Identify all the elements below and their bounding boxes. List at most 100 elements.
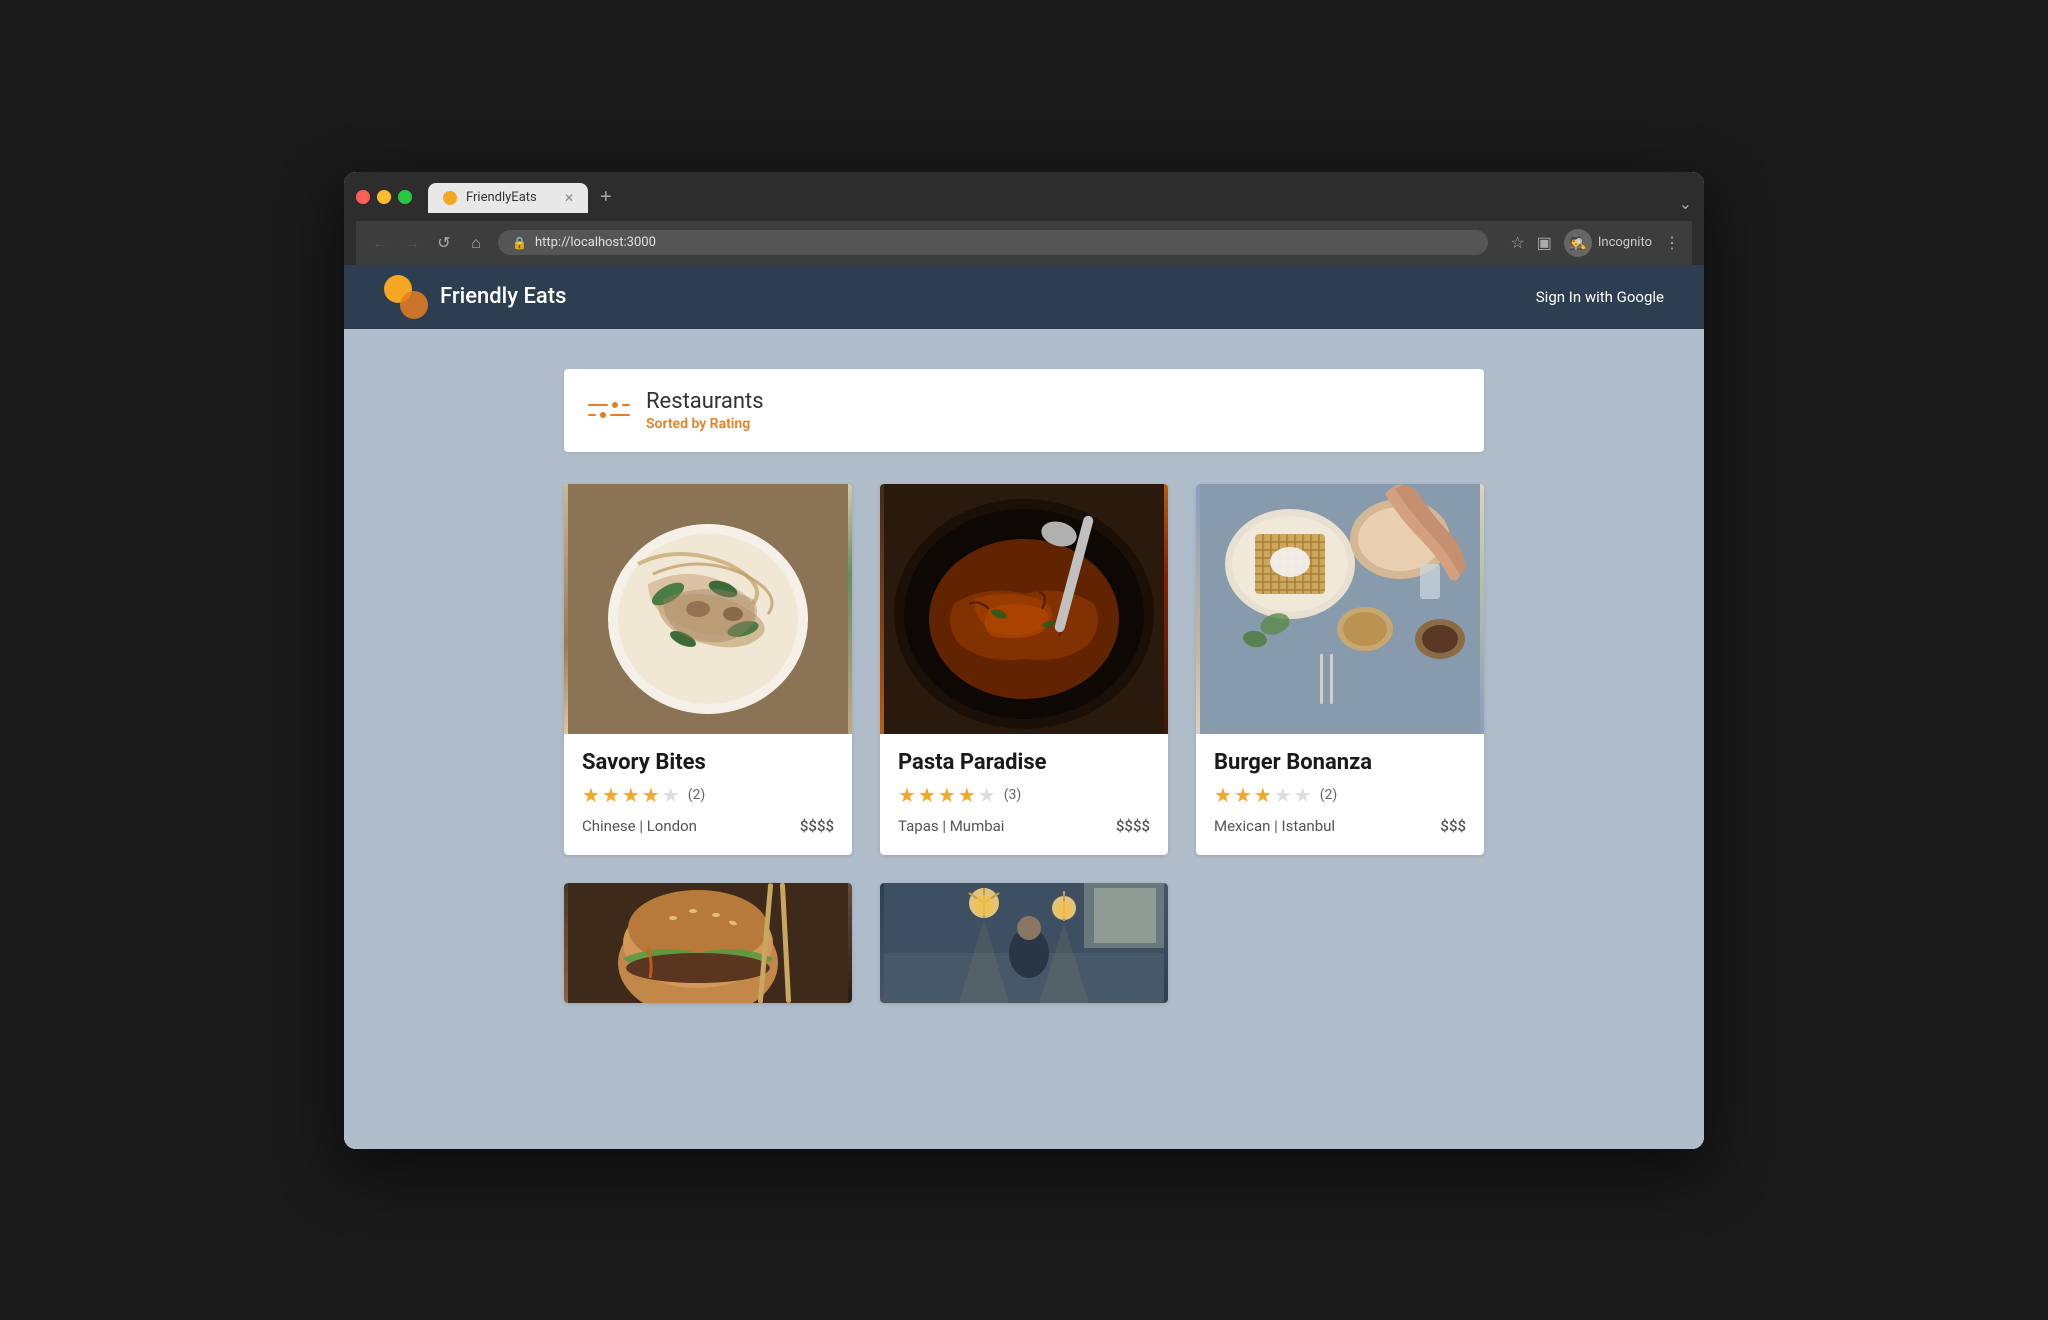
tab-favicon <box>442 190 458 206</box>
restaurant-image <box>880 484 1168 734</box>
filter-dot <box>612 402 618 408</box>
filter-line-2 <box>588 412 630 418</box>
browser-addressbar: ← → ↺ ⌂ 🔒 http://localhost:3000 ☆ ▣ 🕵 In… <box>356 221 1692 265</box>
close-button[interactable] <box>356 190 370 204</box>
tab-close-button[interactable]: ✕ <box>564 191 574 205</box>
cuisine-location: Tapas | Mumbai <box>898 817 1004 835</box>
lock-icon: 🔒 <box>512 236 527 250</box>
filter-h-line <box>588 404 608 406</box>
stars: ★ ★ ★ ★ ★ <box>582 783 680 807</box>
incognito-label: Incognito <box>1598 235 1652 250</box>
bookmark-icon[interactable]: ☆ <box>1510 233 1524 252</box>
stars: ★ ★ ★ ★ ★ <box>1214 783 1312 807</box>
filter-line-1 <box>588 402 630 408</box>
restaurant-card[interactable] <box>564 883 852 1003</box>
back-button[interactable]: ← <box>368 231 392 255</box>
star-1: ★ <box>1214 783 1232 807</box>
nav-buttons: ← → ↺ ⌂ <box>368 231 488 255</box>
tab-label: FriendlyEats <box>466 190 537 205</box>
rating-row: ★ ★ ★ ★ ★ (2) <box>1214 783 1466 807</box>
content-area: Restaurants Sorted by Rating <box>564 369 1484 1109</box>
review-count: (3) <box>1004 787 1022 803</box>
star-4: ★ <box>958 783 976 807</box>
filter-icon[interactable] <box>588 402 630 418</box>
app-logo: Friendly Eats <box>384 275 566 319</box>
star-2: ★ <box>602 783 620 807</box>
rating-row: ★ ★ ★ ★ ★ (2) <box>582 783 834 807</box>
meta-row: Mexican | Istanbul $$$ <box>1214 817 1466 835</box>
browser-window: FriendlyEats ✕ + ⌄ ← → ↺ ⌂ 🔒 http://loca… <box>344 172 1704 1149</box>
restaurants-title-block: Restaurants Sorted by Rating <box>646 389 764 432</box>
star-3: ★ <box>1254 783 1272 807</box>
restaurant-name: Savory Bites <box>582 750 834 775</box>
price: $$$$ <box>800 817 834 835</box>
filter-dot-2 <box>600 412 606 418</box>
menu-icon[interactable]: ⋮ <box>1664 233 1680 252</box>
app-header: Friendly Eats Sign In with Google <box>344 265 1704 329</box>
star-5: ★ <box>1294 783 1312 807</box>
browser-actions: ☆ ▣ 🕵 Incognito ⋮ <box>1510 229 1680 257</box>
filter-h-line-2 <box>622 404 630 406</box>
incognito-avatar: 🕵 <box>1564 229 1592 257</box>
filter-h-line-4 <box>610 414 630 416</box>
star-3: ★ <box>622 783 640 807</box>
restaurant-image <box>564 484 852 734</box>
app-title: Friendly Eats <box>440 284 566 309</box>
minimize-button[interactable] <box>377 190 391 204</box>
logo-icon <box>384 275 428 319</box>
star-2: ★ <box>1234 783 1252 807</box>
tabs-bar: FriendlyEats ✕ + ⌄ <box>428 182 1692 213</box>
restaurant-card[interactable] <box>880 883 1168 1003</box>
restaurant-image <box>564 883 852 1003</box>
tab-right-controls: ⌄ <box>1679 194 1692 213</box>
address-bar[interactable]: 🔒 http://localhost:3000 <box>498 230 1488 255</box>
browser-titlebar: FriendlyEats ✕ + ⌄ <box>356 182 1692 213</box>
meta-row: Chinese | London $$$$ <box>582 817 834 835</box>
split-screen-icon[interactable]: ▣ <box>1537 233 1552 252</box>
star-5: ★ <box>978 783 996 807</box>
meta-row: Tapas | Mumbai $$$$ <box>898 817 1150 835</box>
cuisine-location: Mexican | Istanbul <box>1214 817 1335 835</box>
restaurants-title: Restaurants <box>646 389 764 414</box>
reload-button[interactable]: ↺ <box>432 231 456 255</box>
logo-circle-2 <box>400 291 428 319</box>
restaurant-info: Savory Bites ★ ★ ★ ★ ★ (2) <box>564 734 852 855</box>
filter-h-line-3 <box>588 414 596 416</box>
incognito-badge: 🕵 Incognito <box>1564 229 1652 257</box>
restaurant-grid: Savory Bites ★ ★ ★ ★ ★ (2) <box>564 484 1484 1003</box>
star-1: ★ <box>582 783 600 807</box>
star-2: ★ <box>918 783 936 807</box>
browser-chrome: FriendlyEats ✕ + ⌄ ← → ↺ ⌂ 🔒 http://loca… <box>344 172 1704 265</box>
star-3: ★ <box>938 783 956 807</box>
active-tab[interactable]: FriendlyEats ✕ <box>428 183 588 213</box>
tab-favicon-icon <box>443 191 457 205</box>
restaurant-card[interactable]: Burger Bonanza ★ ★ ★ ★ ★ (2) <box>1196 484 1484 855</box>
app-container: Friendly Eats Sign In with Google <box>344 265 1704 1149</box>
review-count: (2) <box>1320 787 1338 803</box>
star-5: ★ <box>662 783 680 807</box>
traffic-lights <box>356 190 412 204</box>
rating-row: ★ ★ ★ ★ ★ (3) <box>898 783 1150 807</box>
restaurants-subtitle: Sorted by Rating <box>646 416 764 432</box>
forward-button[interactable]: → <box>400 231 424 255</box>
restaurant-name: Burger Bonanza <box>1214 750 1466 775</box>
home-button[interactable]: ⌂ <box>464 231 488 255</box>
price: $$$ <box>1440 817 1466 835</box>
stars: ★ ★ ★ ★ ★ <box>898 783 996 807</box>
restaurant-name: Pasta Paradise <box>898 750 1150 775</box>
star-1: ★ <box>898 783 916 807</box>
restaurant-card[interactable]: Pasta Paradise ★ ★ ★ ★ ★ (3) <box>880 484 1168 855</box>
sign-in-button[interactable]: Sign In with Google <box>1536 288 1664 306</box>
restaurants-header: Restaurants Sorted by Rating <box>564 369 1484 452</box>
restaurant-image <box>1196 484 1484 734</box>
price: $$$$ <box>1116 817 1150 835</box>
url-text: http://localhost:3000 <box>535 235 656 250</box>
star-4: ★ <box>642 783 660 807</box>
main-content: Restaurants Sorted by Rating <box>344 329 1704 1149</box>
restaurant-info: Pasta Paradise ★ ★ ★ ★ ★ (3) <box>880 734 1168 855</box>
restaurant-image <box>880 883 1168 1003</box>
new-tab-button[interactable]: + <box>592 182 620 213</box>
restaurant-card[interactable]: Savory Bites ★ ★ ★ ★ ★ (2) <box>564 484 852 855</box>
review-count: (2) <box>688 787 706 803</box>
maximize-button[interactable] <box>398 190 412 204</box>
